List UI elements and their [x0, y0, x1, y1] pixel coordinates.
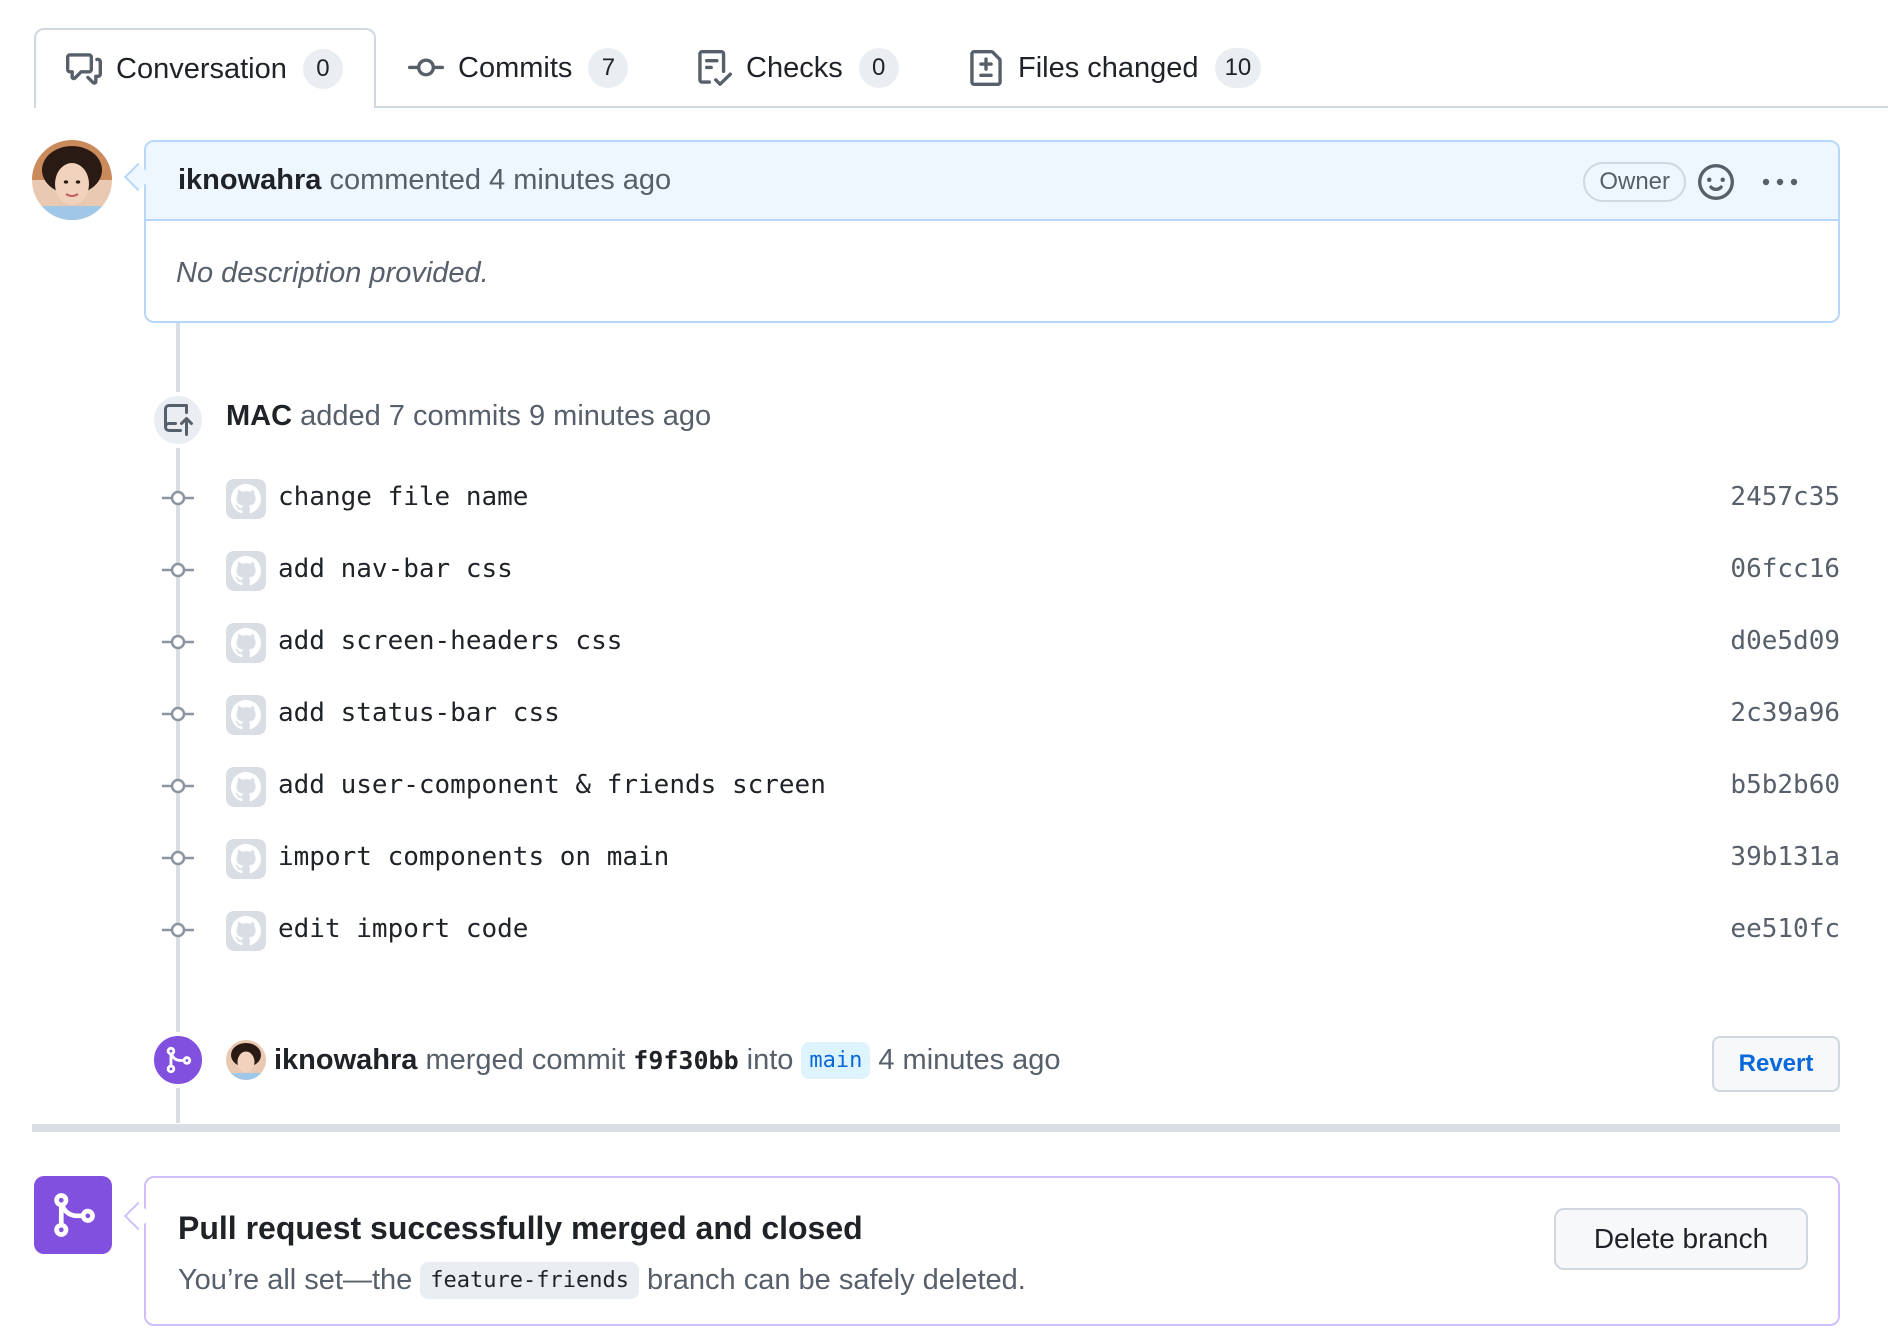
commit-row: change file name 2457c35 [160, 470, 1840, 526]
git-commit-icon [160, 486, 196, 510]
merge-event-text: iknowahra merged commit f9f30bb into mai… [274, 1042, 1061, 1079]
git-commit-icon [160, 702, 196, 726]
tab-checks-count: 0 [858, 48, 899, 88]
tab-commits-label: Commits [458, 51, 573, 84]
commit-sha[interactable]: b5b2b60 [1730, 770, 1840, 800]
commit-message[interactable]: import components on main [278, 842, 669, 872]
commit-row: add user-component & friends screen b5b2b… [160, 758, 1840, 814]
github-mark-icon[interactable] [226, 551, 266, 591]
comment-body: No description provided. [176, 257, 489, 289]
tab-checks[interactable]: Checks 0 [696, 28, 899, 108]
comment-box: iknowahra commented 4 minutes ago Owner … [144, 140, 1840, 323]
tab-checks-label: Checks [746, 51, 843, 84]
git-merge-icon [150, 1032, 206, 1088]
github-mark-icon[interactable] [226, 767, 266, 807]
commit-row: add screen-headers css d0e5d09 [160, 614, 1840, 670]
owner-badge: Owner [1583, 162, 1686, 202]
merged-badge-icon [34, 1176, 112, 1254]
github-mark-icon[interactable] [226, 839, 266, 879]
merge-time: 4 minutes ago [878, 1044, 1061, 1076]
commit-sha[interactable]: d0e5d09 [1730, 626, 1840, 656]
commit-message[interactable]: add status-bar css [278, 698, 560, 728]
commit-sha[interactable]: 06fcc16 [1730, 554, 1840, 584]
merged-sub-pre: You’re all set—the [178, 1264, 413, 1296]
commit-message[interactable]: add screen-headers css [278, 626, 622, 656]
git-commit-icon [160, 558, 196, 582]
file-diff-icon [968, 50, 1004, 86]
comment-author[interactable]: iknowahra [178, 164, 321, 197]
revert-button[interactable]: Revert [1712, 1036, 1840, 1092]
author-avatar[interactable] [32, 140, 112, 220]
merged-subtitle: You’re all set—the feature-friends branc… [178, 1262, 1026, 1299]
tab-conversation[interactable]: Conversation 0 [34, 28, 376, 108]
push-author[interactable]: MAC [226, 400, 292, 432]
tab-files-changed-count: 10 [1214, 48, 1262, 88]
smiley-icon[interactable] [1698, 164, 1734, 200]
git-commit-icon [408, 50, 444, 86]
comment-action: commented 4 minutes ago [329, 164, 672, 196]
source-branch-label: feature-friends [420, 1262, 639, 1299]
commit-sha[interactable]: 2457c35 [1730, 482, 1840, 512]
timeline-end-divider [32, 1124, 1840, 1132]
merger-avatar[interactable] [226, 1040, 266, 1080]
commit-row: edit import code ee510fc [160, 902, 1840, 958]
github-mark-icon[interactable] [226, 911, 266, 951]
merged-status-box: Pull request successfully merged and clo… [144, 1176, 1840, 1326]
checklist-icon [696, 50, 732, 86]
commit-row: add status-bar css 2c39a96 [160, 686, 1840, 742]
tab-conversation-label: Conversation [116, 52, 287, 85]
merge-commit-sha[interactable]: f9f30bb [633, 1046, 738, 1075]
comment-header: iknowahra commented 4 minutes ago Owner [146, 142, 1838, 221]
github-mark-icon[interactable] [226, 623, 266, 663]
push-event-text: MAC added 7 commits 9 minutes ago [226, 400, 711, 433]
merged-sub-post: branch can be safely deleted. [646, 1264, 1026, 1296]
tab-commits-count: 7 [588, 48, 629, 88]
commit-message[interactable]: edit import code [278, 914, 528, 944]
push-event-description: added 7 commits 9 minutes ago [292, 400, 712, 432]
kebab-horizontal-icon[interactable] [1760, 164, 1800, 200]
commit-sha[interactable]: ee510fc [1730, 914, 1840, 944]
pr-tabs: Conversation 0 Commits 7 Checks 0 Files … [0, 0, 1888, 108]
tab-commits[interactable]: Commits 7 [408, 28, 629, 108]
commit-message[interactable]: add nav-bar css [278, 554, 513, 584]
commit-row: import components on main 39b131a [160, 830, 1840, 886]
merge-author[interactable]: iknowahra [274, 1044, 417, 1077]
tab-files-changed-label: Files changed [1018, 51, 1199, 84]
delete-branch-button[interactable]: Delete branch [1554, 1208, 1808, 1270]
merged-title: Pull request successfully merged and clo… [178, 1210, 863, 1246]
commit-message[interactable]: add user-component & friends screen [278, 770, 826, 800]
commit-sha[interactable]: 2c39a96 [1730, 698, 1840, 728]
commit-row: add nav-bar css 06fcc16 [160, 542, 1840, 598]
git-commit-icon [160, 774, 196, 798]
commit-message[interactable]: change file name [278, 482, 528, 512]
github-mark-icon[interactable] [226, 479, 266, 519]
tab-files-changed[interactable]: Files changed 10 [968, 28, 1262, 108]
git-commit-icon [160, 846, 196, 870]
target-branch-label[interactable]: main [801, 1042, 871, 1079]
merge-text-1: merged commit [425, 1044, 626, 1076]
commit-sha[interactable]: 39b131a [1730, 842, 1840, 872]
comment-discussion-icon [66, 51, 102, 87]
git-commit-icon [160, 918, 196, 942]
tab-conversation-count: 0 [302, 49, 343, 89]
git-commit-icon [160, 630, 196, 654]
merge-text-2: into [746, 1044, 794, 1076]
github-mark-icon[interactable] [226, 695, 266, 735]
repo-push-icon [150, 392, 206, 448]
